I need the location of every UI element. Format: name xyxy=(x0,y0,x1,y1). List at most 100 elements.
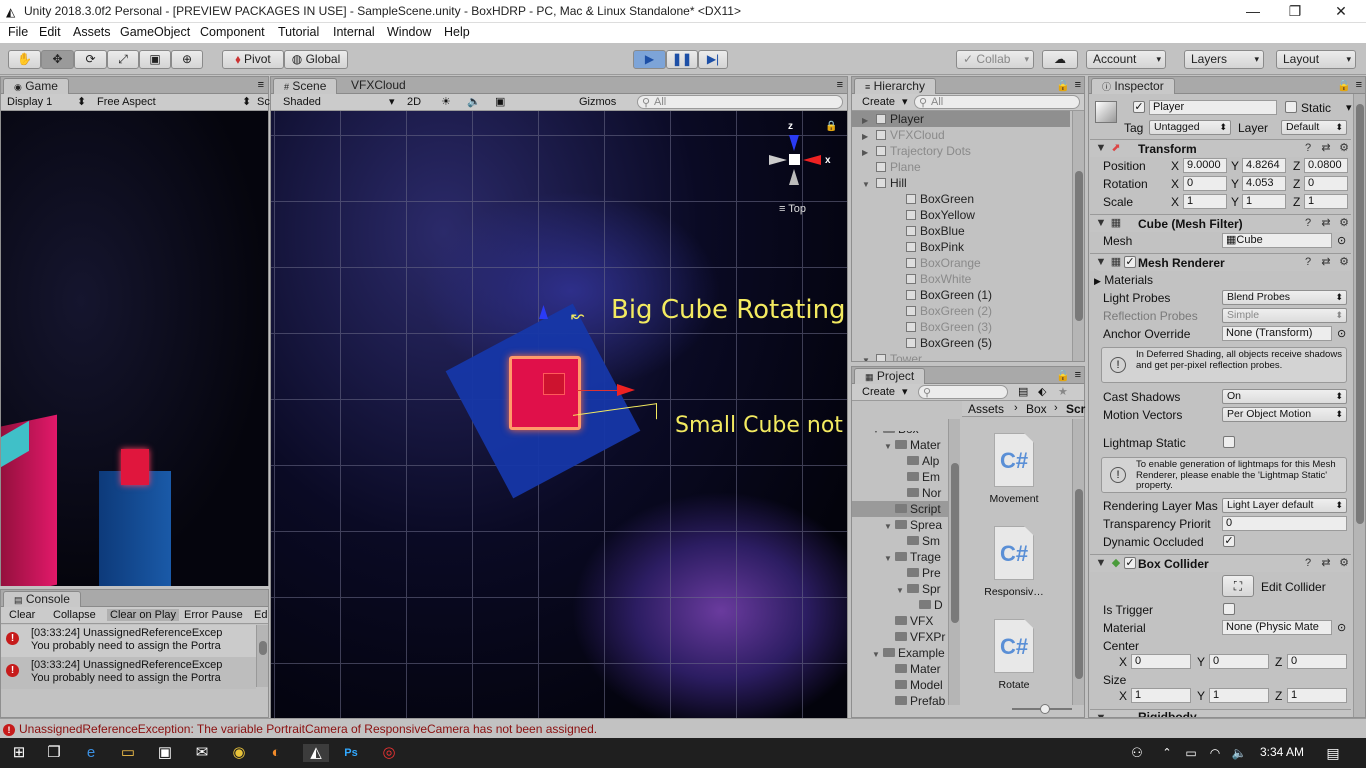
meshfilter-header[interactable]: ▼ ▦ Cube (Mesh Filter) ? ⇄ ⚙ xyxy=(1090,214,1351,232)
static-dropdown-icon[interactable]: ▾ xyxy=(1346,101,1352,114)
scene-viewport[interactable]: ↜ Big Cube Rotating Small Cube not Rotat… xyxy=(271,111,847,718)
meshrenderer-header[interactable]: ▼ ▦ ✓ Mesh Renderer ? ⇄ ⚙ xyxy=(1090,253,1351,271)
hierarchy-item[interactable]: BoxOrange xyxy=(852,255,1070,271)
icon-size-slider-knob[interactable] xyxy=(1040,704,1050,714)
minimize-button[interactable]: — xyxy=(1230,1,1276,21)
project-folder-item[interactable]: VFXPr xyxy=(852,629,948,645)
project-folder-item[interactable]: Prefab xyxy=(852,693,948,709)
layers-dropdown[interactable]: Layers xyxy=(1184,50,1264,69)
close-button[interactable]: ✕ xyxy=(1318,1,1364,21)
display-dropdown[interactable]: Display 1 xyxy=(7,96,52,108)
static-checkbox[interactable] xyxy=(1285,101,1297,113)
filter-type-icon[interactable]: ▤ xyxy=(1018,385,1028,398)
help-icon[interactable]: ? xyxy=(1302,218,1314,230)
menu-component[interactable]: Component xyxy=(200,25,265,39)
gizmo-left-cone[interactable] xyxy=(769,155,787,165)
transform-header[interactable]: ▼ ⬈ Transform ? ⇄ ⚙ xyxy=(1090,139,1351,157)
project-folder-item[interactable]: Nor xyxy=(852,485,948,501)
rigidbody-header[interactable]: ▼ Rigidbody xyxy=(1090,709,1351,717)
hierarchy-scroll-thumb[interactable] xyxy=(1075,171,1083,321)
panel-menu-icon[interactable]: ≡ xyxy=(258,79,264,91)
boxcollider-header[interactable]: ▼ ◆ ✓ Box Collider ? ⇄ ⚙ xyxy=(1090,554,1351,572)
lightmap-static-checkbox[interactable] xyxy=(1223,436,1235,448)
light-probes-dropdown[interactable]: Blend Probes xyxy=(1222,290,1347,305)
hierarchy-item[interactable]: ▶ Trajectory Dots xyxy=(852,143,1070,159)
breadcrumb-scripts[interactable]: Scr xyxy=(1066,402,1085,416)
materials-foldout[interactable]: ▶ Materials xyxy=(1094,273,1153,287)
hierarchy-item[interactable]: ▶ VFXCloud xyxy=(852,127,1070,143)
lock-icon[interactable]: 🔒 xyxy=(1056,369,1070,382)
mail-icon[interactable]: ✉ xyxy=(193,744,211,762)
panel-menu-icon[interactable]: ≡ xyxy=(1356,79,1362,91)
blender-icon[interactable]: ◐ xyxy=(267,744,285,762)
project-folder-item[interactable]: VFX xyxy=(852,613,948,629)
hand-tool-button[interactable]: ✋ xyxy=(8,50,41,69)
size-y-field[interactable]: 1 xyxy=(1209,688,1269,703)
hierarchy-item[interactable]: BoxBlue xyxy=(852,223,1070,239)
project-folder-item[interactable]: Alp xyxy=(852,453,948,469)
project-folder-item[interactable]: Sm xyxy=(852,533,948,549)
presets-icon[interactable]: ⇄ xyxy=(1320,558,1332,570)
global-toggle[interactable]: ◍ Global xyxy=(284,50,348,69)
tab-hierarchy[interactable]: ≡ Hierarchy xyxy=(854,78,936,94)
boxcollider-enabled-checkbox[interactable]: ✓ xyxy=(1124,557,1136,569)
maximize-button[interactable]: ❐ xyxy=(1272,1,1318,21)
pause-button[interactable]: ❚❚ xyxy=(666,50,698,69)
light-toggle-icon[interactable]: ☀ xyxy=(441,95,451,108)
task-view-icon[interactable]: ❐ xyxy=(45,744,63,762)
position-z-field[interactable]: 0.0800 xyxy=(1304,158,1348,173)
panel-menu-icon[interactable]: ≡ xyxy=(1075,369,1081,381)
lock-icon[interactable]: 🔒 xyxy=(825,121,837,132)
project-folder-item[interactable]: Em xyxy=(852,469,948,485)
windows-start-icon[interactable]: ⊞ xyxy=(10,744,28,762)
console-collapse-button[interactable]: Collapse xyxy=(53,609,96,621)
orientation-gizmo[interactable]: z x 🔒 ≡ Top xyxy=(767,121,839,221)
hierarchy-item[interactable]: ▼ Tower xyxy=(852,351,1070,361)
tab-scene[interactable]: # Scene xyxy=(273,78,338,94)
tag-dropdown[interactable]: Untagged xyxy=(1149,120,1231,135)
presets-icon[interactable]: ⇄ xyxy=(1320,257,1332,269)
help-icon[interactable]: ? xyxy=(1302,143,1314,155)
breadcrumb-assets[interactable]: Assets xyxy=(968,402,1004,416)
lock-icon[interactable]: 🔒 xyxy=(1337,79,1351,92)
help-icon[interactable]: ? xyxy=(1302,558,1314,570)
panel-menu-icon[interactable]: ≡ xyxy=(837,79,843,91)
project-folder-item[interactable]: Pre xyxy=(852,565,948,581)
script-asset[interactable]: C# Movement xyxy=(982,429,1052,513)
hierarchy-item[interactable]: BoxWhite xyxy=(852,271,1070,287)
hierarchy-item[interactable]: BoxGreen (2) xyxy=(852,303,1070,319)
filter-label-icon[interactable]: ⬖ xyxy=(1038,385,1046,398)
mesh-field[interactable]: ▦Cube xyxy=(1222,233,1332,248)
lock-icon[interactable]: 🔒 xyxy=(1056,79,1070,92)
view-label[interactable]: ≡ Top xyxy=(779,203,806,215)
project-folder-item[interactable]: D xyxy=(852,597,948,613)
wifi-icon[interactable]: ◠ xyxy=(1206,744,1224,762)
console-clear-on-play-button[interactable]: Clear on Play xyxy=(107,609,180,621)
scale-y-field[interactable]: 1 xyxy=(1242,194,1286,209)
console-editor-button[interactable]: Ed xyxy=(254,609,267,621)
favorite-icon[interactable]: ★ xyxy=(1058,385,1068,398)
reflection-probes-dropdown[interactable]: Simple xyxy=(1222,308,1347,323)
aspect-dropdown[interactable]: Free Aspect xyxy=(97,96,156,108)
hierarchy-item[interactable]: ▼ Hill xyxy=(852,175,1070,191)
hierarchy-item[interactable]: BoxGreen (3) xyxy=(852,319,1070,335)
script-asset[interactable]: C# Rotate xyxy=(982,615,1052,699)
console-scrollbar[interactable] xyxy=(256,625,268,687)
object-name-field[interactable]: Player xyxy=(1149,100,1277,115)
project-create-dropdown[interactable]: Create xyxy=(862,386,895,398)
clock[interactable]: 3:34 AM xyxy=(1260,745,1304,759)
console-scroll-thumb[interactable] xyxy=(259,641,267,655)
audio-toggle-icon[interactable]: 🔈 xyxy=(467,95,481,108)
menu-assets[interactable]: Assets xyxy=(73,25,111,39)
collab-dropdown[interactable]: ✓ Collab xyxy=(956,50,1034,69)
tray-chevron-icon[interactable]: ⌃ xyxy=(1158,744,1176,762)
status-bar[interactable]: ! UnassignedReferenceException: The vari… xyxy=(0,718,1366,738)
object-picker-icon[interactable]: ⊙ xyxy=(1337,327,1346,340)
pivot-toggle[interactable]: ⬧ Pivot xyxy=(222,50,284,69)
rotate-tool-button[interactable]: ⟳ xyxy=(74,50,107,69)
rotation-z-field[interactable]: 0 xyxy=(1304,176,1348,191)
tab-game[interactable]: ◉ Game xyxy=(3,78,69,94)
rect-tool-button[interactable]: ▣ xyxy=(139,50,171,69)
object-picker-icon[interactable]: ⊙ xyxy=(1337,234,1346,247)
hierarchy-item[interactable]: BoxGreen (1) xyxy=(852,287,1070,303)
